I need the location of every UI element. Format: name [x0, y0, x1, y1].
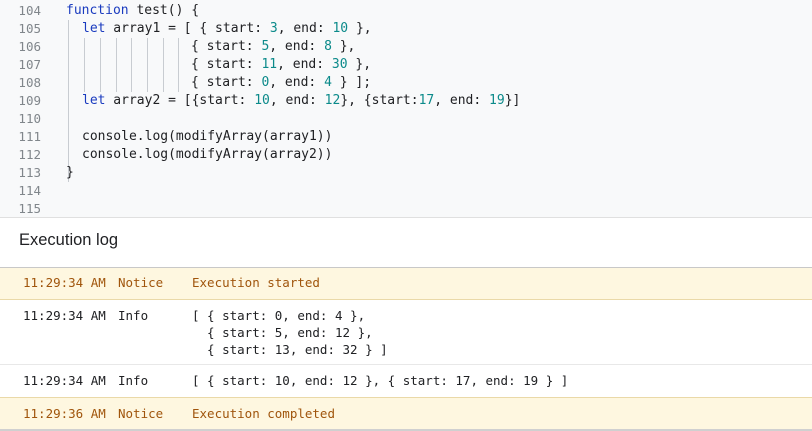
log-message-line: { start: 5, end: 12 }, — [192, 325, 373, 340]
log-message: Execution completed — [192, 406, 335, 421]
log-level: Info — [118, 308, 149, 323]
code-line-114[interactable]: 114 — [0, 182, 812, 200]
code-text: let array1 = [ { start: 3, end: 10 }, — [82, 21, 372, 36]
line-number: 114 — [18, 183, 41, 198]
code-line-115[interactable]: 115 — [0, 200, 812, 217]
code-text: function test() { — [66, 3, 200, 18]
line-number: 110 — [18, 111, 41, 126]
code-text: { start: 11, end: 30 }, — [191, 57, 372, 72]
code-line-110[interactable]: 110 — [0, 110, 812, 128]
code-line-107[interactable]: 107 { start: 11, end: 30 }, — [0, 56, 812, 74]
code-line-106[interactable]: 106 { start: 5, end: 8 }, — [0, 38, 812, 56]
code-editor[interactable]: 104 function test() { 105 let array1 = [… — [0, 0, 812, 217]
log-time: 11:29:34 AM — [23, 275, 106, 290]
line-number: 104 — [18, 3, 41, 18]
code-text: { start: 5, end: 8 }, — [191, 39, 356, 54]
code-line-111[interactable]: 111 console.log(modifyArray(array1)) — [0, 128, 812, 146]
code-line-108[interactable]: 108 { start: 0, end: 4 } ]; — [0, 74, 812, 92]
log-level: Notice — [118, 275, 164, 290]
code-line-105[interactable]: 105 let array1 = [ { start: 3, end: 10 }… — [0, 20, 812, 38]
code-text: console.log(modifyArray(array1)) — [82, 129, 333, 144]
line-number: 112 — [18, 147, 41, 162]
line-number: 109 — [18, 93, 41, 108]
execution-log-header: Execution log — [0, 217, 812, 268]
line-number: 108 — [18, 75, 41, 90]
line-number: 113 — [18, 165, 41, 180]
log-message-line: { start: 13, end: 32 } ] — [192, 342, 388, 357]
line-number: 105 — [18, 21, 41, 36]
log-message-line: [ { start: 0, end: 4 }, — [192, 308, 366, 323]
line-number: 115 — [18, 201, 41, 216]
code-line-104[interactable]: 104 function test() { — [0, 2, 812, 20]
line-number: 106 — [18, 39, 41, 54]
log-row: 11:29:34 AM Info [ { start: 0, end: 4 },… — [0, 300, 812, 364]
log-row: 11:29:34 AM Info [ { start: 10, end: 12 … — [0, 364, 812, 397]
log-time: 11:29:34 AM — [23, 373, 106, 388]
code-text: console.log(modifyArray(array2)) — [82, 147, 333, 162]
log-level: Notice — [118, 406, 164, 421]
code-line-109[interactable]: 109 let array2 = [{start: 10, end: 12}, … — [0, 92, 812, 110]
log-message: Execution started — [192, 275, 320, 290]
log-time: 11:29:36 AM — [23, 406, 106, 421]
code-line-112[interactable]: 112 console.log(modifyArray(array2)) — [0, 146, 812, 164]
code-text: { start: 0, end: 4 } ]; — [191, 75, 372, 90]
code-text: } — [66, 165, 74, 180]
log-level: Info — [118, 373, 149, 388]
log-time: 11:29:34 AM — [23, 308, 106, 323]
code-text: let array2 = [{start: 10, end: 12}, {sta… — [82, 93, 521, 108]
code-line-113[interactable]: 113 } — [0, 164, 812, 182]
log-row: 11:29:34 AM Notice Execution started — [0, 268, 812, 300]
log-row: 11:29:36 AM Notice Execution completed — [0, 397, 812, 431]
line-number: 107 — [18, 57, 41, 72]
execution-log-title: Execution log — [19, 231, 119, 249]
log-message: [ { start: 10, end: 12 }, { start: 17, e… — [192, 373, 569, 388]
line-number: 111 — [18, 129, 41, 144]
